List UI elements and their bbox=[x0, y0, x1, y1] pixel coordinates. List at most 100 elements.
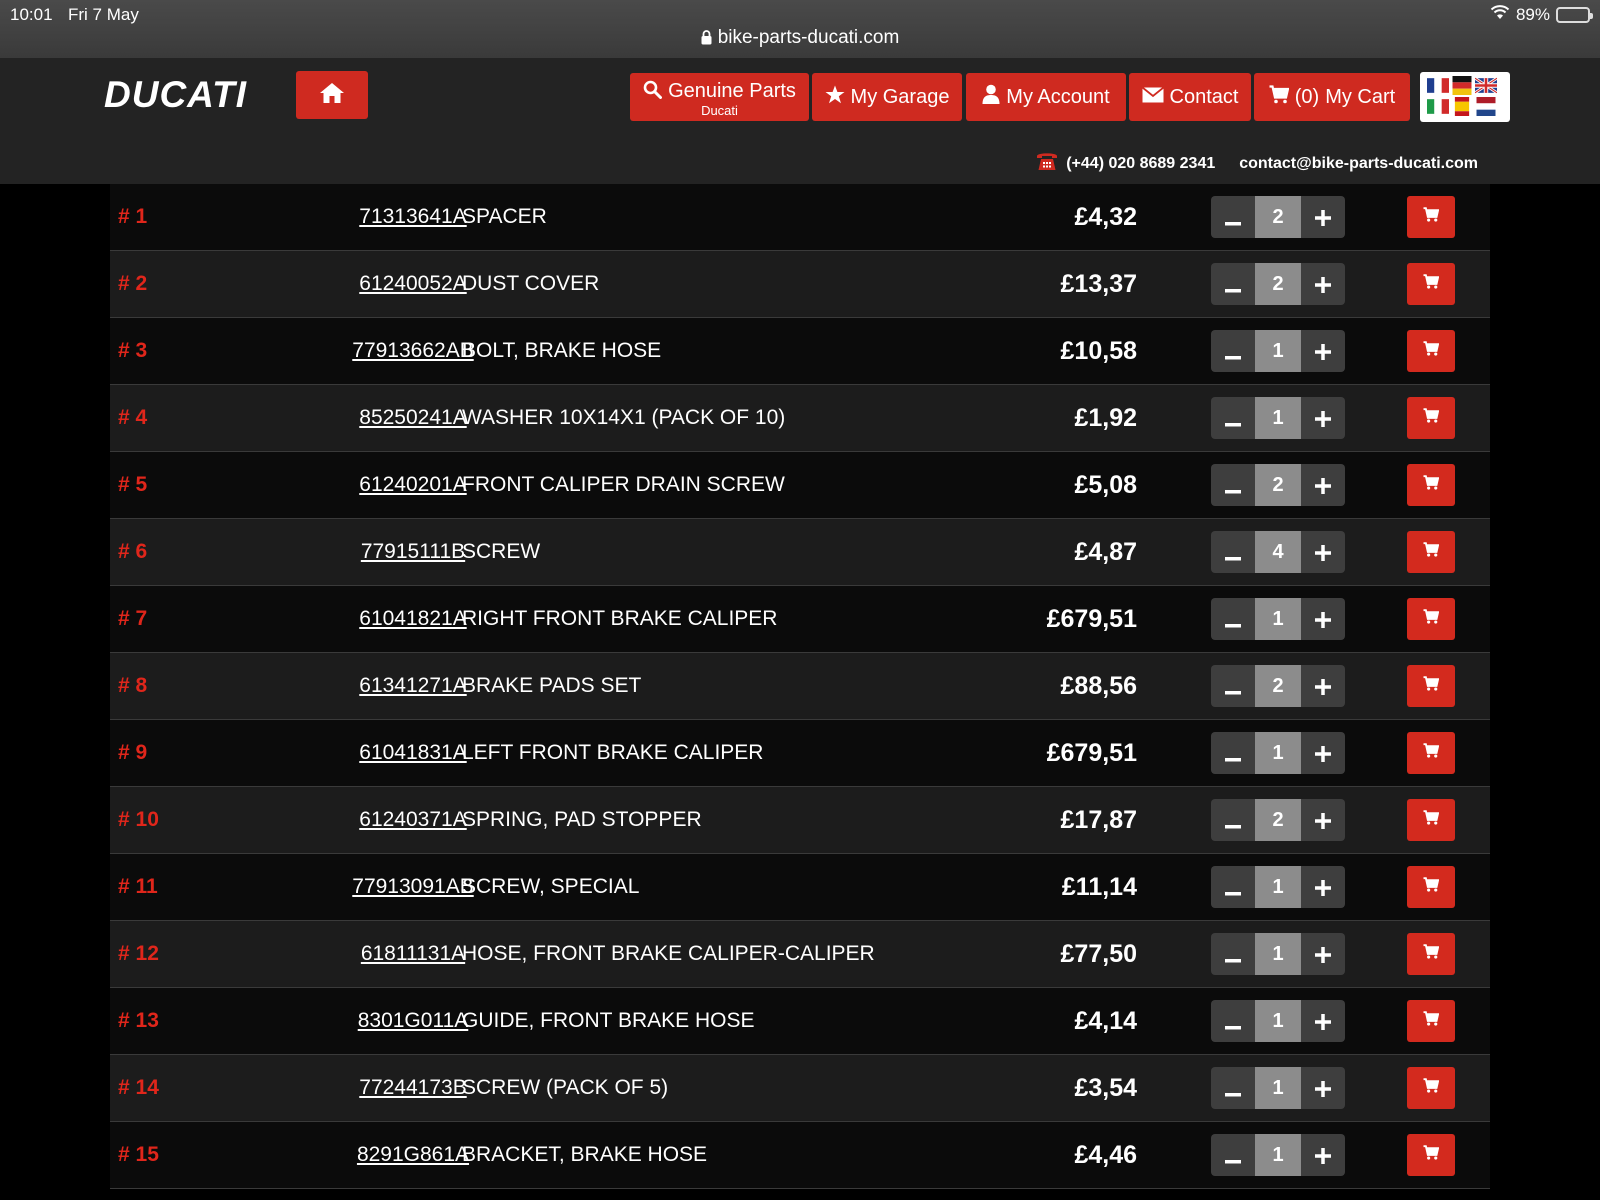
quantity-value[interactable]: 1 bbox=[1255, 732, 1301, 774]
increase-quantity-button[interactable] bbox=[1301, 933, 1345, 975]
increase-quantity-button[interactable] bbox=[1301, 531, 1345, 573]
decrease-quantity-button[interactable] bbox=[1211, 464, 1255, 506]
part-reference-link[interactable]: 61041831A bbox=[359, 741, 466, 765]
part-reference-link[interactable]: 85250241A bbox=[359, 406, 466, 430]
decrease-quantity-button[interactable] bbox=[1211, 1134, 1255, 1176]
add-to-cart-button[interactable] bbox=[1407, 799, 1455, 841]
ducati-logo[interactable]: DUCATI bbox=[104, 74, 247, 116]
add-to-cart-button[interactable] bbox=[1407, 732, 1455, 774]
email-address[interactable]: contact@bike-parts-ducati.com bbox=[1239, 155, 1478, 173]
decrease-quantity-button[interactable] bbox=[1211, 1000, 1255, 1042]
phone-number[interactable]: (+44) 020 8689 2341 bbox=[1066, 155, 1215, 173]
plus-icon bbox=[1315, 738, 1331, 769]
part-reference-link[interactable]: 77244173B bbox=[359, 1076, 466, 1100]
part-reference-link[interactable]: 77915111B bbox=[361, 540, 465, 564]
decrease-quantity-button[interactable] bbox=[1211, 933, 1255, 975]
part-reference-link[interactable]: 77913662AB bbox=[352, 339, 473, 363]
add-to-cart-button[interactable] bbox=[1407, 665, 1455, 707]
quantity-value[interactable]: 2 bbox=[1255, 464, 1301, 506]
address-bar[interactable]: bike-parts-ducati.com bbox=[0, 27, 1600, 51]
quantity-stepper: 1 bbox=[1211, 866, 1345, 908]
cart-icon bbox=[1423, 1078, 1440, 1098]
quantity-value[interactable]: 1 bbox=[1255, 933, 1301, 975]
increase-quantity-button[interactable] bbox=[1301, 866, 1345, 908]
add-to-cart-button[interactable] bbox=[1407, 1067, 1455, 1109]
quantity-value[interactable]: 1 bbox=[1255, 598, 1301, 640]
increase-quantity-button[interactable] bbox=[1301, 397, 1345, 439]
quantity-value[interactable]: 4 bbox=[1255, 531, 1301, 573]
part-reference-link[interactable]: 61240052A bbox=[359, 272, 466, 296]
decrease-quantity-button[interactable] bbox=[1211, 531, 1255, 573]
german-flag-icon bbox=[1452, 76, 1472, 95]
site-header: DUCATI Genuine Parts Ducati My Garage My… bbox=[0, 58, 1600, 184]
contact-button[interactable]: Contact bbox=[1129, 73, 1251, 121]
quantity-value[interactable]: 1 bbox=[1255, 330, 1301, 372]
my-cart-button[interactable]: (0) My Cart bbox=[1254, 73, 1410, 121]
add-to-cart-button[interactable] bbox=[1407, 397, 1455, 439]
my-garage-button[interactable]: My Garage bbox=[812, 73, 962, 121]
part-description: SPACER bbox=[462, 205, 547, 228]
decrease-quantity-button[interactable] bbox=[1211, 732, 1255, 774]
increase-quantity-button[interactable] bbox=[1301, 598, 1345, 640]
increase-quantity-button[interactable] bbox=[1301, 1000, 1345, 1042]
add-to-cart-button[interactable] bbox=[1407, 464, 1455, 506]
decrease-quantity-button[interactable] bbox=[1211, 598, 1255, 640]
increase-quantity-button[interactable] bbox=[1301, 1067, 1345, 1109]
quantity-value[interactable]: 1 bbox=[1255, 866, 1301, 908]
quantity-value[interactable]: 1 bbox=[1255, 1134, 1301, 1176]
add-to-cart-button[interactable] bbox=[1407, 933, 1455, 975]
home-button[interactable] bbox=[296, 71, 368, 119]
quantity-value[interactable]: 2 bbox=[1255, 665, 1301, 707]
add-to-cart-button[interactable] bbox=[1407, 330, 1455, 372]
cart-icon bbox=[1423, 274, 1440, 294]
add-to-cart-button[interactable] bbox=[1407, 263, 1455, 305]
quantity-value[interactable]: 2 bbox=[1255, 799, 1301, 841]
quantity-value[interactable]: 2 bbox=[1255, 263, 1301, 305]
add-to-cart-button[interactable] bbox=[1407, 598, 1455, 640]
part-reference-link[interactable]: 61341271A bbox=[359, 674, 466, 698]
my-account-button[interactable]: My Account bbox=[966, 73, 1126, 121]
part-reference-link[interactable]: 8301G011A bbox=[358, 1009, 469, 1033]
quantity-value[interactable]: 1 bbox=[1255, 1067, 1301, 1109]
increase-quantity-button[interactable] bbox=[1301, 196, 1345, 238]
add-to-cart-button[interactable] bbox=[1407, 196, 1455, 238]
user-icon bbox=[982, 84, 1000, 110]
decrease-quantity-button[interactable] bbox=[1211, 397, 1255, 439]
decrease-quantity-button[interactable] bbox=[1211, 799, 1255, 841]
decrease-quantity-button[interactable] bbox=[1211, 330, 1255, 372]
part-row: # 2 61240052A DUST COVER £13,37 2 bbox=[110, 251, 1490, 318]
increase-quantity-button[interactable] bbox=[1301, 330, 1345, 372]
increase-quantity-button[interactable] bbox=[1301, 1134, 1345, 1176]
increase-quantity-button[interactable] bbox=[1301, 799, 1345, 841]
increase-quantity-button[interactable] bbox=[1301, 464, 1345, 506]
language-selector[interactable] bbox=[1420, 72, 1510, 122]
increase-quantity-button[interactable] bbox=[1301, 665, 1345, 707]
contact-info: (+44) 020 8689 2341 contact@bike-parts-d… bbox=[1036, 151, 1478, 176]
genuine-parts-button[interactable]: Genuine Parts Ducati bbox=[630, 73, 809, 121]
part-reference-link[interactable]: 61240201A bbox=[359, 473, 466, 497]
quantity-value[interactable]: 2 bbox=[1255, 196, 1301, 238]
add-to-cart-button[interactable] bbox=[1407, 1134, 1455, 1176]
add-to-cart-button[interactable] bbox=[1407, 866, 1455, 908]
decrease-quantity-button[interactable] bbox=[1211, 866, 1255, 908]
increase-quantity-button[interactable] bbox=[1301, 732, 1345, 774]
quantity-value[interactable]: 1 bbox=[1255, 397, 1301, 439]
part-price: £10,58 bbox=[1060, 336, 1137, 365]
part-reference-link[interactable]: 71313641A bbox=[359, 205, 466, 229]
add-to-cart-button[interactable] bbox=[1407, 531, 1455, 573]
add-to-cart-button[interactable] bbox=[1407, 1000, 1455, 1042]
part-reference-link[interactable]: 8291G861A bbox=[357, 1143, 469, 1167]
part-reference-link[interactable]: 61240371A bbox=[359, 808, 466, 832]
increase-quantity-button[interactable] bbox=[1301, 263, 1345, 305]
decrease-quantity-button[interactable] bbox=[1211, 263, 1255, 305]
part-index: # 2 bbox=[118, 272, 148, 295]
decrease-quantity-button[interactable] bbox=[1211, 196, 1255, 238]
part-price: £88,56 bbox=[1060, 671, 1137, 700]
decrease-quantity-button[interactable] bbox=[1211, 665, 1255, 707]
part-reference-link[interactable]: 61041821A bbox=[359, 607, 466, 631]
quantity-value[interactable]: 1 bbox=[1255, 1000, 1301, 1042]
part-reference-link[interactable]: 61811131A bbox=[361, 942, 465, 966]
decrease-quantity-button[interactable] bbox=[1211, 1067, 1255, 1109]
my-account-label: My Account bbox=[1006, 85, 1110, 108]
part-reference-link[interactable]: 77913091AB bbox=[352, 875, 473, 899]
